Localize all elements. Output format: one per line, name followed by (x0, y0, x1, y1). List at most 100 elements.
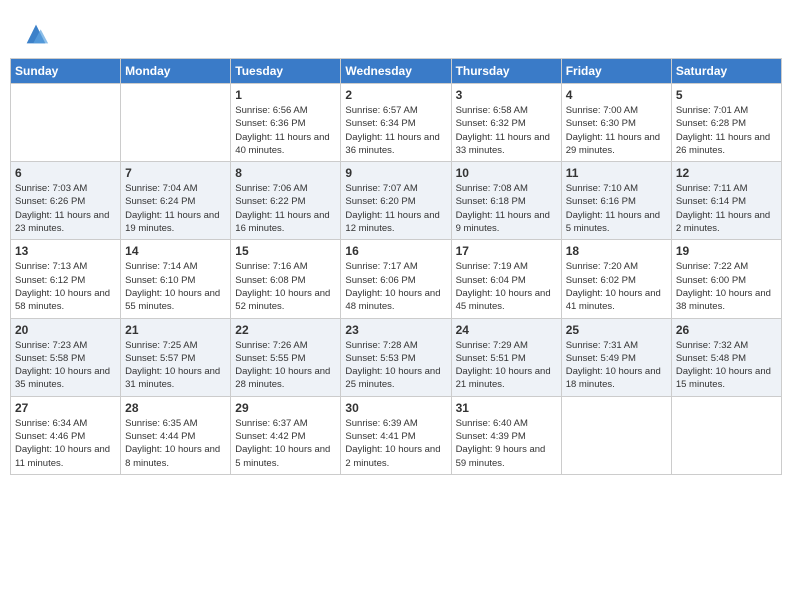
day-number: 14 (125, 244, 226, 258)
calendar-cell: 9 Sunrise: 7:07 AM Sunset: 6:20 PM Daylig… (341, 162, 451, 240)
day-info: Sunrise: 7:01 AM Sunset: 6:28 PM Dayligh… (676, 104, 777, 157)
day-info: Sunrise: 7:07 AM Sunset: 6:20 PM Dayligh… (345, 182, 446, 235)
day-header-friday: Friday (561, 59, 671, 84)
day-info: Sunrise: 7:26 AM Sunset: 5:55 PM Dayligh… (235, 339, 336, 392)
calendar-cell (561, 396, 671, 474)
calendar-cell: 31 Sunrise: 6:40 AM Sunset: 4:39 PM Dayli… (451, 396, 561, 474)
calendar-cell: 4 Sunrise: 7:00 AM Sunset: 6:30 PM Daylig… (561, 84, 671, 162)
day-info: Sunrise: 7:31 AM Sunset: 5:49 PM Dayligh… (566, 339, 667, 392)
day-number: 21 (125, 323, 226, 337)
day-number: 26 (676, 323, 777, 337)
day-header-sunday: Sunday (11, 59, 121, 84)
day-number: 19 (676, 244, 777, 258)
day-number: 2 (345, 88, 446, 102)
calendar-cell (671, 396, 781, 474)
logo (20, 20, 50, 48)
day-number: 12 (676, 166, 777, 180)
day-number: 7 (125, 166, 226, 180)
day-info: Sunrise: 6:39 AM Sunset: 4:41 PM Dayligh… (345, 417, 446, 470)
calendar-cell: 25 Sunrise: 7:31 AM Sunset: 5:49 PM Dayli… (561, 318, 671, 396)
day-number: 5 (676, 88, 777, 102)
day-info: Sunrise: 7:32 AM Sunset: 5:48 PM Dayligh… (676, 339, 777, 392)
calendar-cell: 27 Sunrise: 6:34 AM Sunset: 4:46 PM Dayli… (11, 396, 121, 474)
day-number: 15 (235, 244, 336, 258)
logo-icon (22, 20, 50, 48)
calendar-cell: 14Sunrise: 7:14 AM Sunset: 6:10 PM Dayli… (121, 240, 231, 318)
day-info: Sunrise: 7:19 AM Sunset: 6:04 PM Dayligh… (456, 260, 557, 313)
calendar-cell: 29 Sunrise: 6:37 AM Sunset: 4:42 PM Dayli… (231, 396, 341, 474)
day-number: 24 (456, 323, 557, 337)
day-info: Sunrise: 6:57 AM Sunset: 6:34 PM Dayligh… (345, 104, 446, 157)
calendar-cell: 6Sunrise: 7:03 AM Sunset: 6:26 PM Daylig… (11, 162, 121, 240)
calendar-cell (121, 84, 231, 162)
calendar-cell: 17 Sunrise: 7:19 AM Sunset: 6:04 PM Dayli… (451, 240, 561, 318)
day-number: 23 (345, 323, 446, 337)
day-info: Sunrise: 6:56 AM Sunset: 6:36 PM Dayligh… (235, 104, 336, 157)
calendar-cell (11, 84, 121, 162)
calendar-cell: 15 Sunrise: 7:16 AM Sunset: 6:08 PM Dayli… (231, 240, 341, 318)
day-header-monday: Monday (121, 59, 231, 84)
day-info: Sunrise: 7:23 AM Sunset: 5:58 PM Dayligh… (15, 339, 116, 392)
day-info: Sunrise: 6:37 AM Sunset: 4:42 PM Dayligh… (235, 417, 336, 470)
day-info: Sunrise: 6:35 AM Sunset: 4:44 PM Dayligh… (125, 417, 226, 470)
day-number: 4 (566, 88, 667, 102)
day-info: Sunrise: 7:00 AM Sunset: 6:30 PM Dayligh… (566, 104, 667, 157)
day-number: 18 (566, 244, 667, 258)
day-info: Sunrise: 7:29 AM Sunset: 5:51 PM Dayligh… (456, 339, 557, 392)
day-number: 30 (345, 401, 446, 415)
day-info: Sunrise: 7:22 AM Sunset: 6:00 PM Dayligh… (676, 260, 777, 313)
day-number: 3 (456, 88, 557, 102)
day-info: Sunrise: 7:04 AM Sunset: 6:24 PM Dayligh… (125, 182, 226, 235)
day-number: 22 (235, 323, 336, 337)
calendar-cell: 7 Sunrise: 7:04 AM Sunset: 6:24 PM Daylig… (121, 162, 231, 240)
day-number: 29 (235, 401, 336, 415)
calendar-cell: 30 Sunrise: 6:39 AM Sunset: 4:41 PM Dayli… (341, 396, 451, 474)
day-info: Sunrise: 7:17 AM Sunset: 6:06 PM Dayligh… (345, 260, 446, 313)
day-header-saturday: Saturday (671, 59, 781, 84)
day-number: 31 (456, 401, 557, 415)
calendar-cell: 21 Sunrise: 7:25 AM Sunset: 5:57 PM Dayli… (121, 318, 231, 396)
calendar-cell: 16 Sunrise: 7:17 AM Sunset: 6:06 PM Dayli… (341, 240, 451, 318)
day-info: Sunrise: 7:13 AM Sunset: 6:12 PM Dayligh… (15, 260, 116, 313)
calendar-table: SundayMondayTuesdayWednesdayThursdayFrid… (10, 58, 782, 475)
page-header (10, 10, 782, 53)
day-header-tuesday: Tuesday (231, 59, 341, 84)
day-number: 9 (345, 166, 446, 180)
day-info: Sunrise: 7:08 AM Sunset: 6:18 PM Dayligh… (456, 182, 557, 235)
day-info: Sunrise: 6:40 AM Sunset: 4:39 PM Dayligh… (456, 417, 557, 470)
day-number: 10 (456, 166, 557, 180)
calendar-cell: 1 Sunrise: 6:56 AM Sunset: 6:36 PM Daylig… (231, 84, 341, 162)
day-number: 25 (566, 323, 667, 337)
calendar-cell: 13 Sunrise: 7:13 AM Sunset: 6:12 PM Dayli… (11, 240, 121, 318)
day-number: 8 (235, 166, 336, 180)
calendar-cell: 11Sunrise: 7:10 AM Sunset: 6:16 PM Dayli… (561, 162, 671, 240)
day-number: 17 (456, 244, 557, 258)
day-number: 28 (125, 401, 226, 415)
calendar-cell: 19 Sunrise: 7:22 AM Sunset: 6:00 PM Dayli… (671, 240, 781, 318)
day-number: 1 (235, 88, 336, 102)
day-number: 27 (15, 401, 116, 415)
calendar-cell: 5 Sunrise: 7:01 AM Sunset: 6:28 PM Daylig… (671, 84, 781, 162)
day-info: Sunrise: 6:58 AM Sunset: 6:32 PM Dayligh… (456, 104, 557, 157)
calendar-cell: 10 Sunrise: 7:08 AM Sunset: 6:18 PM Dayli… (451, 162, 561, 240)
day-info: Sunrise: 7:28 AM Sunset: 5:53 PM Dayligh… (345, 339, 446, 392)
calendar-cell: 26 Sunrise: 7:32 AM Sunset: 5:48 PM Dayli… (671, 318, 781, 396)
day-info: Sunrise: 7:25 AM Sunset: 5:57 PM Dayligh… (125, 339, 226, 392)
calendar-cell: 18 Sunrise: 7:20 AM Sunset: 6:02 PM Dayli… (561, 240, 671, 318)
calendar-cell: 28 Sunrise: 6:35 AM Sunset: 4:44 PM Dayli… (121, 396, 231, 474)
day-info: Sunrise: 6:34 AM Sunset: 4:46 PM Dayligh… (15, 417, 116, 470)
day-header-thursday: Thursday (451, 59, 561, 84)
day-info: Sunrise: 7:16 AM Sunset: 6:08 PM Dayligh… (235, 260, 336, 313)
day-number: 20 (15, 323, 116, 337)
day-header-wednesday: Wednesday (341, 59, 451, 84)
calendar-cell: 3 Sunrise: 6:58 AM Sunset: 6:32 PM Daylig… (451, 84, 561, 162)
day-number: 16 (345, 244, 446, 258)
day-number: 13 (15, 244, 116, 258)
calendar-cell: 24 Sunrise: 7:29 AM Sunset: 5:51 PM Dayli… (451, 318, 561, 396)
day-info: Sunrise: 7:10 AM Sunset: 6:16 PM Dayligh… (566, 182, 667, 235)
calendar-cell: 20 Sunrise: 7:23 AM Sunset: 5:58 PM Dayli… (11, 318, 121, 396)
day-info: Sunrise: 7:20 AM Sunset: 6:02 PM Dayligh… (566, 260, 667, 313)
day-number: 6 (15, 166, 116, 180)
calendar-cell: 8Sunrise: 7:06 AM Sunset: 6:22 PM Daylig… (231, 162, 341, 240)
day-info: Sunrise: 7:11 AM Sunset: 6:14 PM Dayligh… (676, 182, 777, 235)
